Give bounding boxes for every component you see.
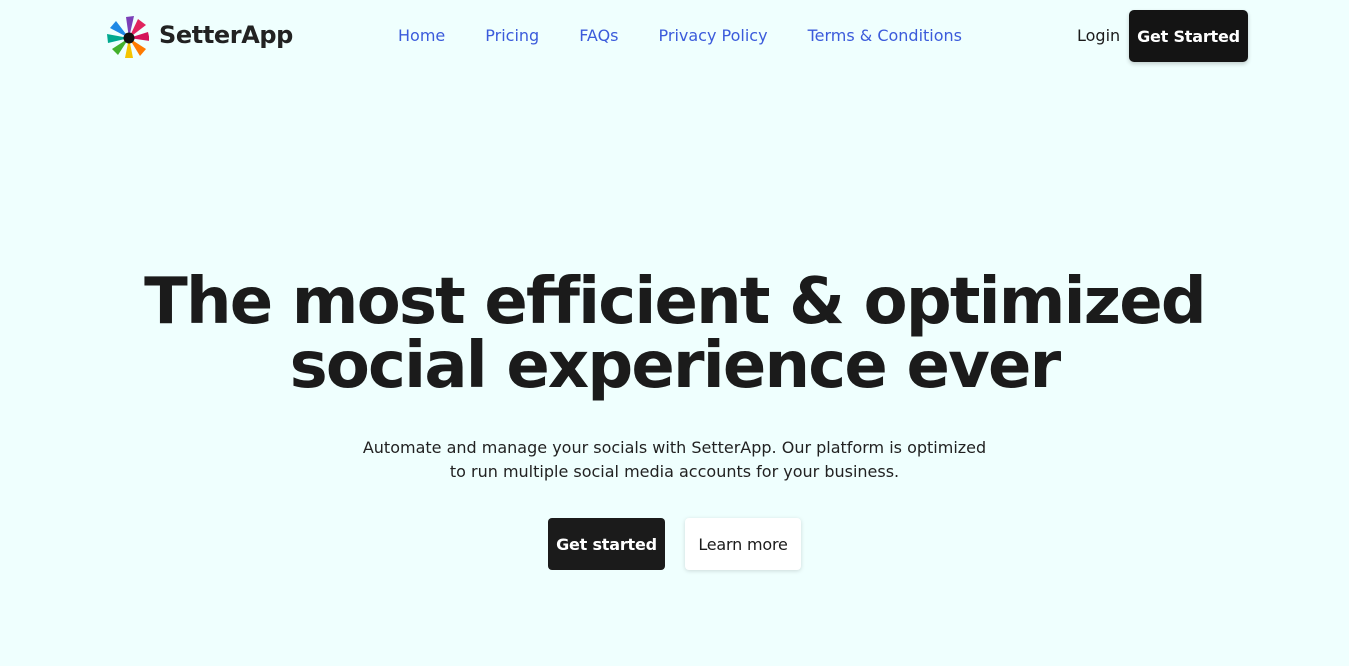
hero-title-line-1: The most efficient & optimized xyxy=(144,265,1207,339)
hero-subtitle-line-2: to run multiple social media accounts fo… xyxy=(449,462,900,481)
login-link[interactable]: Login xyxy=(1077,25,1120,47)
pinwheel-logo-icon xyxy=(107,16,149,58)
nav-link-home[interactable]: Home xyxy=(398,25,445,47)
hero-title-line-2: social experience ever xyxy=(289,329,1062,403)
hero-cta-group: Get started Learn more xyxy=(548,518,801,570)
nav-link-privacy-policy[interactable]: Privacy Policy xyxy=(659,25,768,47)
landing-page: SetterApp Home Pricing FAQs Privacy Poli… xyxy=(0,0,1349,666)
get-started-button[interactable]: Get started xyxy=(548,518,665,570)
nav-link-faqs[interactable]: FAQs xyxy=(579,25,618,47)
top-navigation: SetterApp Home Pricing FAQs Privacy Poli… xyxy=(0,0,1349,72)
brand-logo-link[interactable]: SetterApp xyxy=(103,12,293,58)
nav-link-pricing[interactable]: Pricing xyxy=(485,25,539,47)
learn-more-button[interactable]: Learn more xyxy=(685,518,801,570)
nav-get-started-button[interactable]: Get Started xyxy=(1129,10,1248,62)
hero-subtitle-line-1: Automate and manage your socials with Se… xyxy=(362,438,987,457)
brand-name: SetterApp xyxy=(159,21,293,49)
nav-link-terms-conditions[interactable]: Terms & Conditions xyxy=(808,25,962,47)
hero-subtitle: Automate and manage your socials with Se… xyxy=(0,436,1349,484)
main-nav-links: Home Pricing FAQs Privacy Policy Terms &… xyxy=(398,25,962,47)
hero-title: The most efficient & optimized social ex… xyxy=(0,270,1349,398)
